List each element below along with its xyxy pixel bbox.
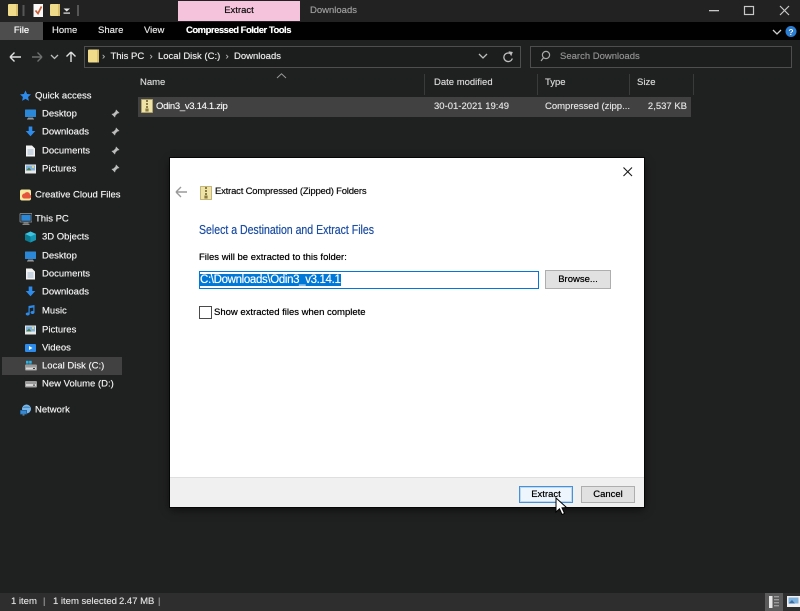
svg-text:?: ? [788,27,793,37]
